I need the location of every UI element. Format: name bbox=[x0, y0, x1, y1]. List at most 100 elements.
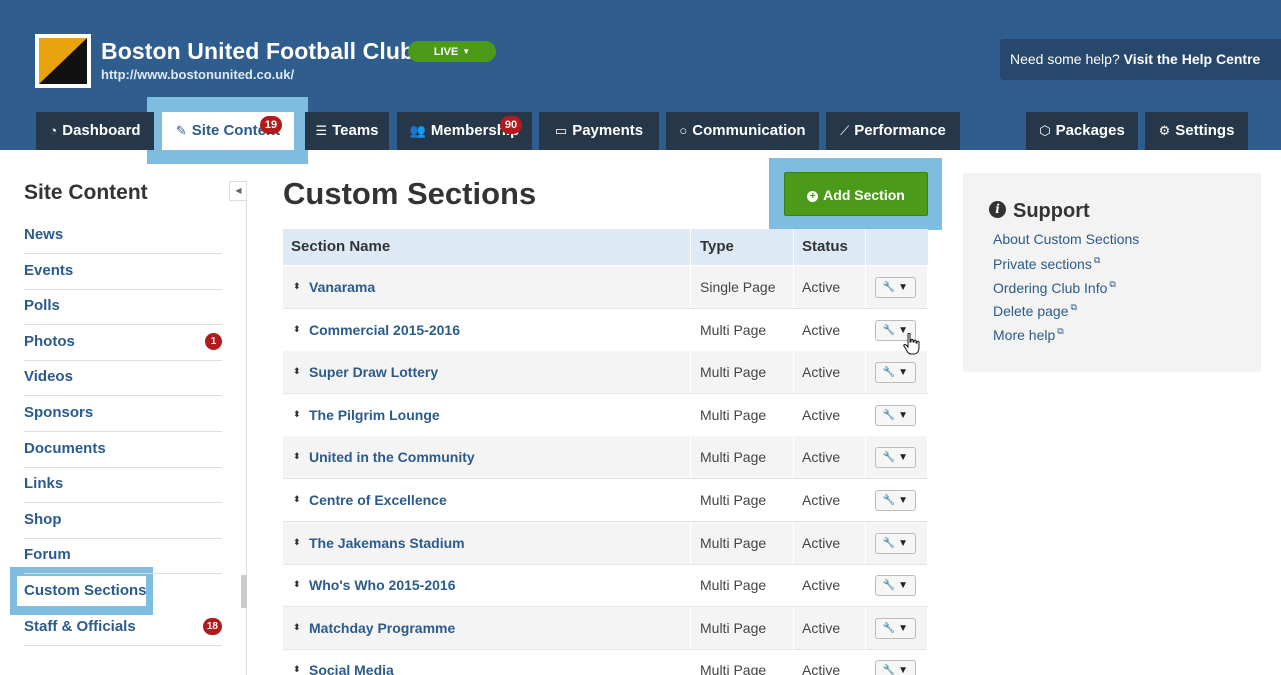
support-link-delete-page[interactable]: Delete page ⧉ bbox=[993, 302, 1077, 319]
section-name-link[interactable]: ⬍ Commercial 2015-2016 bbox=[283, 308, 691, 351]
section-name-link[interactable]: ⬍ Super Draw Lottery bbox=[283, 351, 691, 394]
wrench-dropdown-button[interactable]: 🔧 ▼ bbox=[875, 447, 916, 469]
section-status: Active bbox=[794, 649, 866, 675]
section-name: Commercial 2015-2016 bbox=[309, 321, 460, 338]
tab-communication[interactable]: ○ Communication bbox=[666, 112, 819, 150]
column-header-section-name[interactable]: Section Name bbox=[283, 229, 691, 265]
wrench-dropdown-button[interactable]: 🔧 ▼ bbox=[875, 532, 916, 554]
support-link-more-help[interactable]: More help ⧉ bbox=[993, 326, 1064, 343]
table-row: ⬍ The Pilgrim Lounge Multi Page Active 🔧 ▼ bbox=[283, 393, 928, 437]
sidebar-item-documents[interactable]: Documents bbox=[24, 432, 222, 468]
drag-handle-icon[interactable]: ⬍ bbox=[293, 367, 303, 376]
wrench-dropdown-button[interactable]: 🔧 ▼ bbox=[875, 617, 916, 639]
section-name-link[interactable]: ⬍ Matchday Programme bbox=[283, 606, 691, 649]
tab-payments[interactable]: ▭ Payments bbox=[539, 112, 659, 150]
collapse-arrow-icon[interactable]: ◀ bbox=[229, 181, 247, 201]
sidebar-item-label: Photos bbox=[24, 333, 75, 350]
sidebar-item-news[interactable]: News bbox=[24, 218, 222, 254]
tab-label: Performance bbox=[854, 122, 946, 139]
section-name-link[interactable]: ⬍ Vanarama bbox=[283, 266, 691, 308]
section-status: Active bbox=[794, 606, 866, 649]
sidebar-item-sponsors[interactable]: Sponsors bbox=[24, 396, 222, 432]
gear-icon: ⚙ bbox=[1158, 123, 1171, 138]
sidebar-item-label: Links bbox=[24, 475, 64, 492]
wrench-dropdown-button[interactable]: 🔧 ▼ bbox=[875, 404, 916, 426]
support-title: Support bbox=[1013, 200, 1090, 222]
sidebar-item-polls[interactable]: Polls bbox=[24, 289, 222, 325]
drag-handle-icon[interactable]: ⬍ bbox=[293, 409, 303, 419]
tab-performance[interactable]: ⟋ Performance bbox=[826, 112, 960, 150]
section-name: Matchday Programme bbox=[309, 619, 456, 636]
drag-handle-icon[interactable]: ⬍ bbox=[293, 324, 303, 334]
sidebar-item-label: Shop bbox=[24, 511, 62, 528]
section-name-link[interactable]: ⬍ The Pilgrim Lounge bbox=[283, 393, 691, 436]
section-name-link[interactable]: ⬍ The Jakemans Stadium bbox=[283, 521, 691, 564]
support-link-label: More help bbox=[993, 327, 1056, 343]
sidebar-item-label: Videos bbox=[24, 368, 73, 385]
drag-handle-icon[interactable]: ⬍ bbox=[293, 580, 303, 589]
plus-circle-icon: + bbox=[807, 191, 819, 202]
credit-card-icon: ▭ bbox=[554, 123, 568, 138]
section-name: United in the Community bbox=[309, 449, 475, 466]
drag-handle-icon[interactable]: ⬍ bbox=[293, 537, 303, 547]
wrench-dropdown-button[interactable]: 🔧 ▼ bbox=[875, 575, 916, 597]
section-status: Active bbox=[794, 521, 866, 564]
drag-handle-icon[interactable]: ⬍ bbox=[293, 622, 303, 632]
drag-handle-icon[interactable]: ⬍ bbox=[293, 495, 303, 504]
club-logo[interactable] bbox=[35, 34, 91, 88]
wrench-dropdown-button[interactable]: 🔧 ▼ bbox=[875, 490, 916, 511]
table-row: ⬍ Super Draw Lottery Multi Page Active 🔧 ▼ bbox=[283, 351, 928, 395]
tab-packages[interactable]: ⬡ Packages bbox=[1026, 112, 1138, 150]
add-section-button[interactable]: + Add Section bbox=[784, 172, 928, 216]
staff-count-badge: 18 bbox=[202, 618, 222, 635]
section-name-link[interactable]: ⬍ Centre of Excellence bbox=[283, 479, 691, 521]
sidebar-item-videos[interactable]: Videos bbox=[24, 360, 222, 396]
column-header-type[interactable]: Type bbox=[691, 229, 794, 265]
wrench-dropdown-button[interactable]: 🔧 ▼ bbox=[875, 277, 916, 298]
sidebar-item-custom-sections[interactable]: Custom Sections bbox=[24, 574, 222, 610]
sidebar-scrollbar[interactable] bbox=[241, 575, 247, 608]
external-link-icon: ⧉ bbox=[1070, 302, 1077, 312]
photos-count-badge: 1 bbox=[205, 333, 222, 350]
tab-dashboard[interactable]: ◔ Dashboard bbox=[36, 112, 154, 150]
drag-handle-icon[interactable]: ⬍ bbox=[293, 452, 303, 461]
membership-count-badge: 90 bbox=[500, 116, 522, 134]
section-status: Active bbox=[794, 308, 866, 351]
club-url[interactable]: http://www.bostonunited.co.uk/ bbox=[101, 67, 294, 82]
section-type: Multi Page bbox=[691, 564, 794, 607]
sidebar-item-photos[interactable]: Photos 1 bbox=[24, 325, 222, 361]
section-name-link[interactable]: ⬍ United in the Community bbox=[283, 436, 691, 479]
support-link-ordering-club-info[interactable]: Ordering Club Info ⧉ bbox=[993, 279, 1116, 296]
support-link-label: Delete page bbox=[993, 303, 1069, 319]
live-status-dropdown[interactable]: LIVE ▼ bbox=[408, 41, 496, 62]
sidebar-item-events[interactable]: Events bbox=[24, 254, 222, 290]
section-type: Multi Page bbox=[691, 649, 794, 675]
sidebar-item-label: Custom Sections bbox=[24, 582, 147, 599]
help-centre-link[interactable]: Visit the Help Centre bbox=[1124, 51, 1261, 67]
tab-label: Dashboard bbox=[62, 122, 141, 139]
drag-handle-icon[interactable]: ⬍ bbox=[293, 282, 303, 291]
section-name-link[interactable]: ⬍ Social Media bbox=[283, 649, 691, 675]
column-header-status[interactable]: Status bbox=[794, 229, 866, 265]
table-row: ⬍ Commercial 2015-2016 Multi Page Active 🔧 ▼ bbox=[283, 308, 928, 352]
sidebar-item-links[interactable]: Links bbox=[24, 467, 222, 503]
table-row: ⬍ Who's Who 2015-2016 Multi Page Active 🔧 ▼ bbox=[283, 564, 928, 608]
drag-handle-icon[interactable]: ⬍ bbox=[293, 665, 303, 674]
sidebar-item-staff-officials[interactable]: Staff & Officials 18 bbox=[24, 610, 222, 646]
club-name[interactable]: Boston United Football Club bbox=[101, 38, 414, 65]
tab-teams[interactable]: ☰ Teams bbox=[305, 112, 389, 150]
section-status: Active bbox=[794, 479, 866, 521]
support-link-label: Ordering Club Info bbox=[993, 280, 1108, 296]
support-link-private-sections[interactable]: Private sections ⧉ bbox=[993, 255, 1100, 272]
section-name-link[interactable]: ⬍ Who's Who 2015-2016 bbox=[283, 564, 691, 607]
sidebar-item-forum[interactable]: Forum bbox=[24, 538, 222, 574]
row-actions: 🔧 ▼ bbox=[866, 521, 928, 564]
wrench-dropdown-button[interactable]: 🔧 ▼ bbox=[875, 660, 916, 675]
sidebar-item-label: Events bbox=[24, 262, 74, 279]
tab-settings[interactable]: ⚙ Settings bbox=[1145, 112, 1248, 150]
sidebar-item-shop[interactable]: Shop bbox=[24, 503, 222, 539]
external-link-icon: ⧉ bbox=[1093, 255, 1101, 265]
row-actions: 🔧 ▼ bbox=[866, 436, 928, 479]
support-link-about-custom-sections[interactable]: About Custom Sections bbox=[993, 231, 1139, 247]
wrench-dropdown-button[interactable]: 🔧 ▼ bbox=[875, 362, 916, 384]
